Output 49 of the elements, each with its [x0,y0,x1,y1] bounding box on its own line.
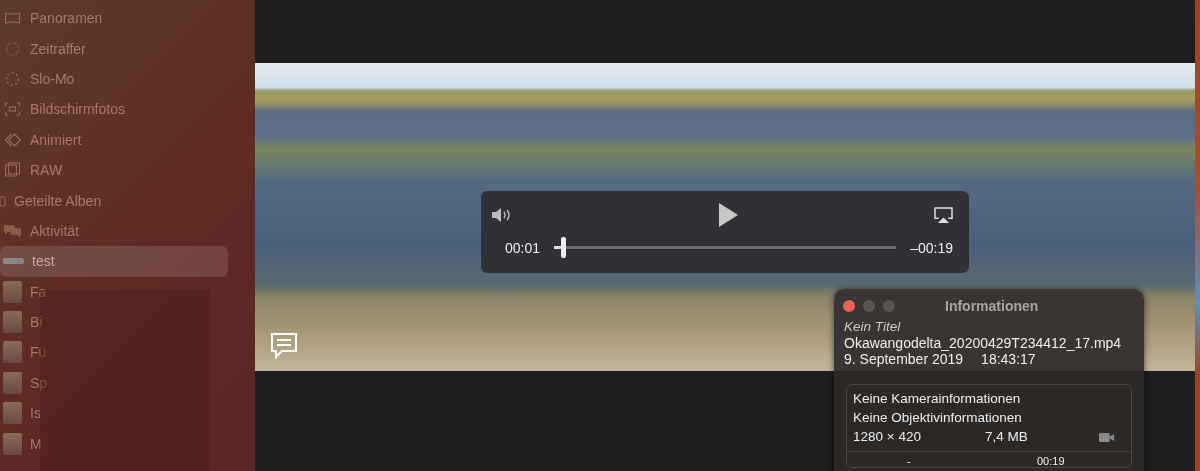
sidebar-item[interactable]: RAW [0,154,255,186]
sidebar-item[interactable]: M [0,428,255,459]
sidebar-item[interactable]: Fü [0,337,255,368]
dimensions-text: 1280 × 420 [853,429,922,445]
window-title: Informationen [945,298,1039,314]
sidebar-item[interactable]: Bi [0,306,255,338]
video-camera-icon [1099,431,1115,443]
sidebar-item[interactable]: Sp [0,367,255,399]
sidebar-item[interactable]: Is [0,398,255,429]
camera-info: Keine Kamerainformationen [853,391,1022,407]
scrub-handle[interactable] [560,237,566,258]
file-size: 7,4 MB [985,429,1029,445]
album-thumbnail [3,280,22,303]
album-thumbnail [3,402,22,425]
info-value: - [907,455,912,467]
time-text: 18:43:17 [981,351,1036,367]
sidebar-item[interactable]: Fa [0,276,255,307]
sidebar-item[interactable]: Zeitraffer [0,33,255,64]
dashed-circle-icon [3,70,22,87]
raw-icon [3,162,22,179]
sidebar-item[interactable]: Slo-Mo [0,63,255,95]
play-icon[interactable] [716,202,739,228]
remaining-time: –00:19 [910,239,953,256]
panorama-icon [3,10,22,27]
sidebar-item[interactable]: test [0,246,228,277]
airplay-icon[interactable] [934,206,953,224]
duration-text: 00:19 [1037,455,1065,467]
close-button[interactable] [843,300,855,312]
album-thumbnail [3,258,24,265]
title-field[interactable]: Kein Titel [844,319,1144,335]
chat-bubbles-icon [3,222,22,239]
sidebar-item[interactable]: Bildschirmfotos [0,94,255,125]
camera-frame-icon [3,101,22,118]
elapsed-time: 00:01 [505,239,541,256]
sidebar-item[interactable]: Animiert [0,124,255,155]
lens-info: Keine Objektivinformationen [853,410,1023,426]
speaker-icon[interactable] [491,207,513,223]
sidebar-section[interactable]: Geteilte Alben [0,185,255,216]
sidebar-item[interactable]: Aktivität [0,215,255,247]
album-thumbnail [3,341,22,364]
file-name: Okawangodelta_20200429T234412_17.mp4 [844,335,1123,351]
dotted-circle-icon [3,40,22,57]
layers-icon [3,131,22,148]
sidebar-item[interactable]: Panoramen [0,3,255,34]
album-thumbnail [3,432,22,455]
album-thumbnail [3,371,22,394]
album-thumbnail [3,311,22,334]
date-text: 9. September 2019 [844,351,964,367]
speech-bubble-icon[interactable] [269,332,299,360]
